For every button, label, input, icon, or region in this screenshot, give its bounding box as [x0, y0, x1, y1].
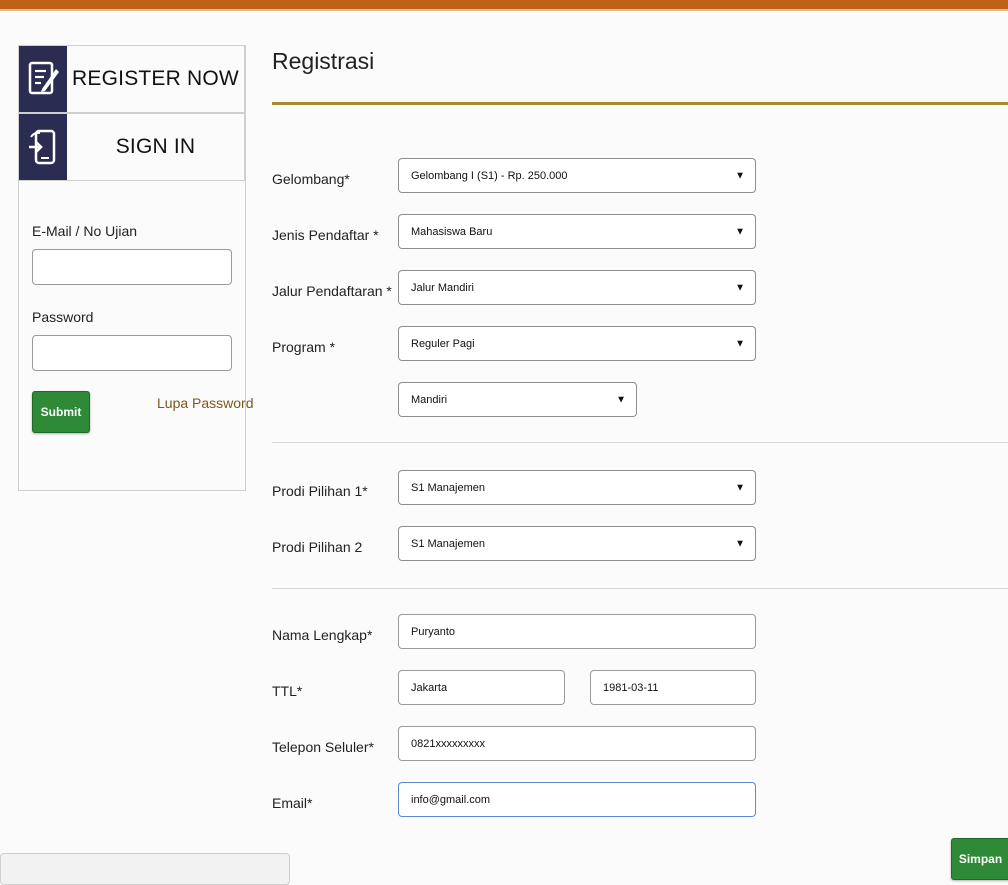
tanggal-lahir-input[interactable]: 1981-03-11 [590, 670, 756, 705]
chevron-down-icon: ▼ [735, 538, 745, 549]
jenis-pendaftar-label: Jenis Pendaftar * [272, 227, 379, 243]
prodi-2-value: S1 Manajemen [411, 537, 485, 550]
prodi-1-value: S1 Manajemen [411, 481, 485, 494]
top-accent-bar [0, 0, 1008, 11]
email-form-label: Email* [272, 795, 313, 811]
password-label: Password [32, 309, 94, 325]
email-form-value: info@gmail.com [411, 793, 491, 806]
signin-device-icon [19, 114, 67, 180]
bottom-panel-tab [0, 853, 290, 885]
sign-in-button[interactable]: SIGN IN [18, 113, 245, 181]
jenis-pendaftar-value: Mahasiswa Baru [411, 225, 493, 238]
chevron-down-icon: ▼ [735, 482, 745, 493]
title-divider [272, 102, 1008, 105]
jenis-pendaftar-select[interactable]: Mahasiswa Baru ▼ [398, 214, 756, 249]
email-form-input[interactable]: info@gmail.com [398, 782, 756, 817]
prodi-1-label: Prodi Pilihan 1* [272, 483, 368, 499]
email-label: E-Mail / No Ujian [32, 223, 138, 239]
register-now-label: REGISTER NOW [72, 67, 239, 90]
program-sub-value: Mandiri [411, 393, 448, 406]
program-label: Program * [272, 339, 336, 355]
prodi-2-label: Prodi Pilihan 2 [272, 539, 363, 555]
program-value: Reguler Pagi [411, 337, 475, 350]
jalur-pendaftaran-select[interactable]: Jalur Mandiri ▼ [398, 270, 756, 305]
register-now-button[interactable]: REGISTER NOW [18, 45, 245, 113]
email-input[interactable] [32, 249, 232, 285]
nama-lengkap-input[interactable]: Puryanto [398, 614, 756, 649]
prodi-2-select[interactable]: S1 Manajemen ▼ [398, 526, 756, 561]
gelombang-select[interactable]: Gelombang I (S1) - Rp. 250.000 ▼ [398, 158, 756, 193]
submit-button[interactable]: Submit [32, 391, 90, 433]
password-input[interactable] [32, 335, 232, 371]
program-select[interactable]: Reguler Pagi ▼ [398, 326, 756, 361]
section-divider [272, 442, 1008, 443]
telepon-value: 0821xxxxxxxxx [411, 737, 485, 750]
tempat-lahir-input[interactable]: Jakarta [398, 670, 565, 705]
section-divider [272, 588, 1008, 589]
prodi-1-select[interactable]: S1 Manajemen ▼ [398, 470, 756, 505]
nama-lengkap-label: Nama Lengkap* [272, 627, 373, 643]
page-title: Registrasi [272, 48, 375, 74]
gelombang-value: Gelombang I (S1) - Rp. 250.000 [411, 169, 568, 182]
forgot-password-link[interactable]: Lupa Password [157, 395, 254, 411]
chevron-down-icon: ▼ [735, 338, 745, 349]
gelombang-label: Gelombang* [272, 171, 350, 187]
ttl-label: TTL* [272, 683, 303, 699]
telepon-input[interactable]: 0821xxxxxxxxx [398, 726, 756, 761]
tanggal-lahir-value: 1981-03-11 [603, 681, 659, 694]
nama-lengkap-value: Puryanto [411, 625, 456, 638]
program-sub-select[interactable]: Mandiri ▼ [398, 382, 637, 417]
register-form-icon [19, 46, 67, 112]
chevron-down-icon: ▼ [735, 170, 745, 181]
chevron-down-icon: ▼ [735, 226, 745, 237]
sign-in-label: SIGN IN [115, 135, 196, 158]
telepon-label: Telepon Seluler* [272, 739, 374, 755]
jalur-pendaftaran-label: Jalur Pendaftaran * [272, 283, 392, 299]
chevron-down-icon: ▼ [735, 282, 745, 293]
chevron-down-icon: ▼ [616, 394, 626, 405]
tempat-lahir-value: Jakarta [411, 681, 448, 694]
jalur-pendaftaran-value: Jalur Mandiri [411, 281, 474, 294]
save-button[interactable]: Simpan [951, 838, 1008, 880]
